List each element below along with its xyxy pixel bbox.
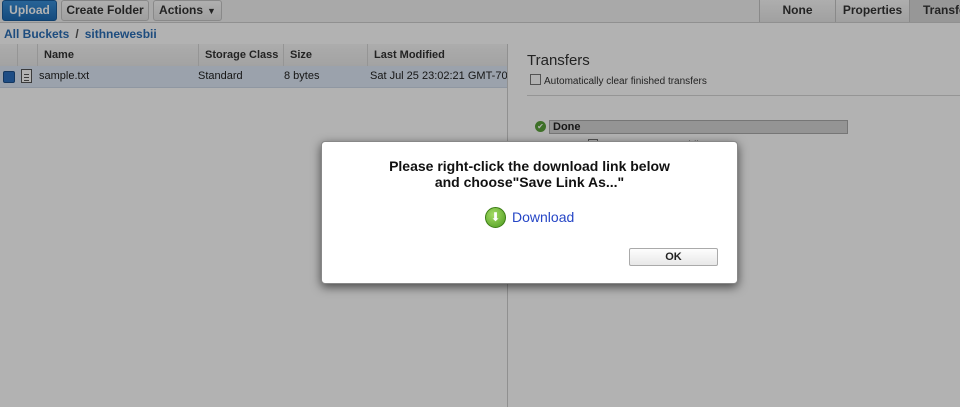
dialog-message-line-2: and choose"Save Link As..." — [434, 174, 625, 190]
ok-button[interactable]: OK — [629, 248, 718, 266]
dialog-message-line-1: Please right-click the download link bel… — [389, 158, 670, 174]
download-arrow-icon — [485, 207, 506, 228]
dialog-message: Please right-click the download link bel… — [322, 158, 737, 190]
download-link[interactable]: Download — [512, 209, 574, 225]
download-dialog: Please right-click the download link bel… — [321, 141, 738, 284]
